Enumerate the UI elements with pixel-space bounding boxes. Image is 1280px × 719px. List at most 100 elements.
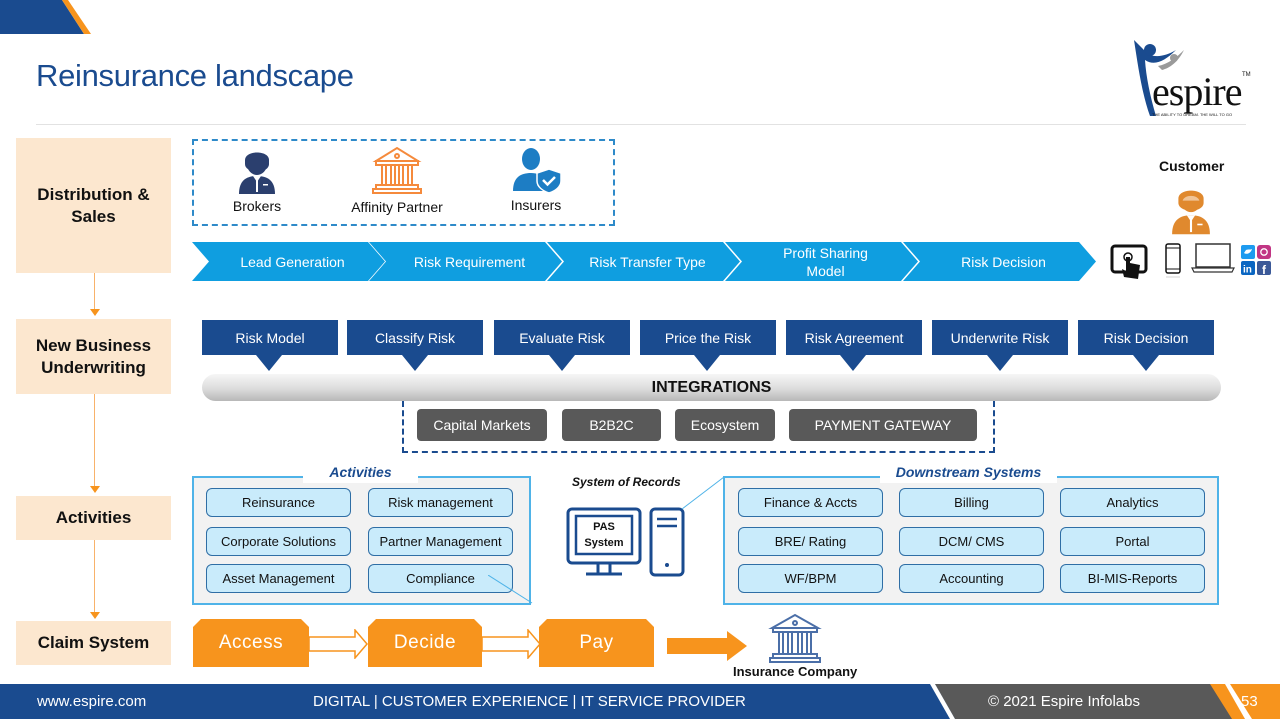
downstream-bi-mis-reports[interactable]: BI-MIS-Reports: [1060, 564, 1205, 593]
bank-building-icon: [372, 146, 422, 194]
uw-step-evaluate-risk[interactable]: Evaluate Risk: [494, 320, 630, 355]
connector-line: [681, 476, 725, 510]
integrations-bar: INTEGRATIONS: [202, 374, 1221, 401]
claim-step-pay[interactable]: Pay: [539, 619, 654, 667]
chevron-label: Risk Transfer Type: [589, 253, 706, 270]
party-brokers[interactable]: Brokers: [222, 146, 292, 214]
stage-activities: Activities: [16, 496, 171, 540]
uw-step-label: Risk Model: [235, 329, 305, 346]
downstream-portal[interactable]: Portal: [1060, 527, 1205, 556]
chevron-lead-generation[interactable]: Lead Generation: [192, 242, 385, 281]
uw-step-label: Underwrite Risk: [950, 329, 1050, 346]
pill-label: BI-MIS-Reports: [1087, 571, 1178, 586]
claim-step-label: Pay: [579, 632, 614, 653]
broker-icon: [239, 152, 275, 194]
pill-label: Portal: [1115, 534, 1150, 549]
uw-step-label: Price the Risk: [664, 329, 752, 346]
stage-connector: [94, 394, 95, 486]
hollow-arrow-icon: [309, 629, 368, 659]
tablet-touch-icon: [1110, 244, 1148, 279]
corner-accent: [0, 0, 91, 34]
pill-label: Analytics: [1106, 495, 1159, 510]
logo-wordmark: espire: [1152, 69, 1243, 114]
chevron-label: Risk Requirement: [413, 253, 526, 270]
page-number: 53: [1241, 693, 1258, 710]
panel-title-text: Downstream Systems: [895, 464, 1042, 480]
activity-reinsurance[interactable]: Reinsurance: [206, 488, 351, 517]
connector-line: [488, 575, 533, 604]
stage-arrow-icon: [90, 486, 100, 493]
party-affinity-partner[interactable]: Affinity Partner: [342, 145, 452, 215]
downstream-finance-accts[interactable]: Finance & Accts: [738, 488, 883, 517]
downstream-wf-bpm[interactable]: WF/BPM: [738, 564, 883, 593]
down-arrow-icon: [1133, 355, 1159, 371]
downstream-dcm-cms[interactable]: DCM/ CMS: [899, 527, 1044, 556]
uw-step-underwrite-risk[interactable]: Underwrite Risk: [932, 320, 1068, 355]
pill-label: Asset Management: [222, 571, 335, 586]
party-label: Brokers: [232, 198, 282, 214]
chevron-risk-decision[interactable]: Risk Decision: [903, 242, 1096, 281]
chevron-label: Risk Decision: [961, 253, 1046, 270]
chevron-label: Lead Generation: [240, 253, 345, 270]
customer-label: Customer: [1159, 158, 1225, 174]
activity-corporate-solutions[interactable]: Corporate Solutions: [206, 527, 351, 556]
claim-step-decide[interactable]: Decide: [368, 619, 482, 667]
pill-label: Reinsurance: [242, 495, 315, 510]
integration-label: B2B2C: [589, 417, 634, 433]
pill-label: Risk management: [388, 495, 493, 510]
social-media-icon: in f: [1241, 245, 1271, 276]
party-label: Affinity Partner: [351, 199, 443, 215]
pill-label: DCM/ CMS: [938, 534, 1005, 549]
downstream-accounting[interactable]: Accounting: [899, 564, 1044, 593]
system-of-records-label: System of Records: [572, 475, 681, 489]
claim-step-label: Decide: [393, 632, 457, 653]
laptop-icon: [1191, 243, 1235, 273]
customer-icon: [1172, 190, 1210, 235]
party-label: Insurers: [510, 197, 562, 213]
chevron-profit-sharing-model[interactable]: Profit Sharing Model: [725, 242, 918, 281]
chevron-label: Profit Sharing Model: [783, 244, 868, 279]
solid-arrow-icon: [667, 631, 747, 661]
pill-label: Corporate Solutions: [221, 534, 336, 549]
pas-screen-text: PAS System: [576, 519, 632, 551]
integration-label: Ecosystem: [690, 417, 760, 433]
uw-step-risk-decision[interactable]: Risk Decision: [1078, 320, 1214, 355]
logo-tagline: THE ABILITY TO DREAM. THE WILL TO GO: [1152, 112, 1233, 117]
user-shield-icon: [513, 148, 561, 193]
uw-step-risk-model[interactable]: Risk Model: [202, 320, 338, 355]
uw-step-risk-agreement[interactable]: Risk Agreement: [786, 320, 922, 355]
integration-ecosystem[interactable]: Ecosystem: [675, 409, 775, 441]
chevron-risk-requirement[interactable]: Risk Requirement: [369, 242, 562, 281]
chevron-risk-transfer-type[interactable]: Risk Transfer Type: [547, 242, 740, 281]
stage-connector: [94, 273, 95, 310]
downstream-billing[interactable]: Billing: [899, 488, 1044, 517]
integration-b2b2c[interactable]: B2B2C: [562, 409, 661, 441]
claim-step-access[interactable]: Access: [193, 619, 309, 667]
activity-partner-management[interactable]: Partner Management: [368, 527, 513, 556]
integration-label: PAYMENT GATEWAY: [814, 417, 952, 433]
down-arrow-icon: [840, 355, 866, 371]
uw-step-price-the-risk[interactable]: Price the Risk: [640, 320, 776, 355]
stage-new-business-underwriting: New Business Underwriting: [16, 319, 171, 394]
integration-capital-markets[interactable]: Capital Markets: [417, 409, 547, 441]
footer-tagline: DIGITAL | CUSTOMER EXPERIENCE | IT SERVI…: [313, 693, 746, 710]
pas-line-1: PAS: [593, 521, 615, 533]
panel-title-text: Activities: [329, 464, 392, 480]
footer-copyright: © 2021 Espire Infolabs: [988, 693, 1140, 710]
activity-risk-management[interactable]: Risk management: [368, 488, 513, 517]
down-arrow-icon: [256, 355, 282, 371]
hollow-arrow-icon: [482, 629, 541, 659]
party-insurers[interactable]: Insurers: [500, 147, 572, 213]
integration-label: Capital Markets: [433, 417, 531, 433]
page-title: Reinsurance landscape: [36, 58, 354, 93]
stage-label: Distribution & Sales: [37, 184, 150, 226]
down-arrow-icon: [549, 355, 575, 371]
downstream-bre-rating[interactable]: BRE/ Rating: [738, 527, 883, 556]
stage-label: Activities: [55, 508, 132, 527]
uw-step-classify-risk[interactable]: Classify Risk: [347, 320, 483, 355]
activity-asset-management[interactable]: Asset Management: [206, 564, 351, 593]
footer-website-link[interactable]: www.espire.com: [37, 693, 146, 710]
stage-label: New Business Underwriting: [35, 335, 152, 377]
integration-payment-gateway[interactable]: PAYMENT GATEWAY: [789, 409, 977, 441]
downstream-analytics[interactable]: Analytics: [1060, 488, 1205, 517]
